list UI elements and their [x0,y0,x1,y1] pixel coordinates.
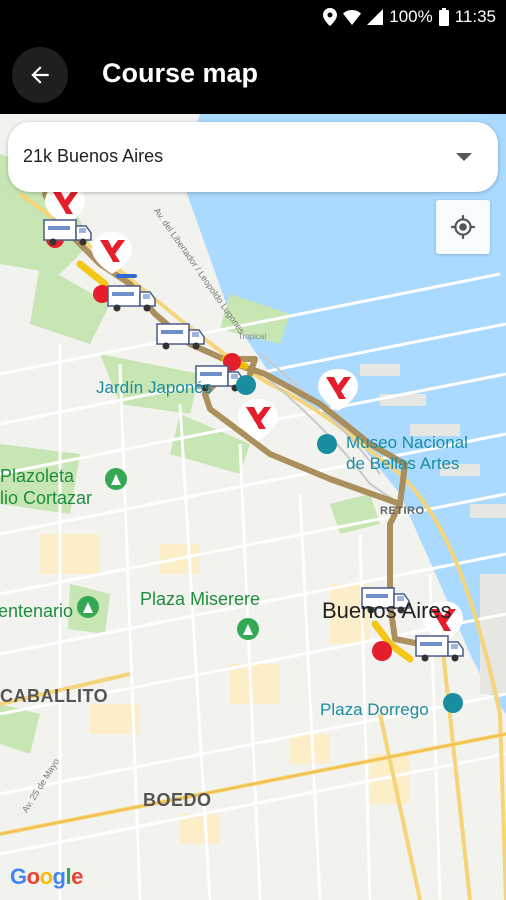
status-bar: 100% 11:35 [0,0,506,34]
back-button[interactable] [12,47,68,103]
place-buenos-aires: Buenos Aires [322,598,452,623]
place-tropical: Tropical [238,332,267,341]
place-plaza-dorrego[interactable]: Plaza Dorrego [320,699,429,720]
arrow-left-icon [31,66,49,84]
battery-icon [438,8,449,26]
place-boedo: BOEDO [143,790,212,810]
location-icon [323,8,338,26]
place-caballito: CABALLITO [0,686,109,706]
wifi-icon [343,10,362,25]
place-museo-bellas-artes[interactable]: Museo Nacional de Bellas Artes [346,432,468,474]
place-plaza-miserere[interactable]: Plaza Miserere [140,589,260,610]
place-retiro: RETIRO [380,505,425,517]
signal-icon [367,9,384,25]
google-logo: Google [10,864,83,889]
app-bar: Course map [0,34,506,114]
page-title: Course map [102,58,259,88]
status-icons: 100% 11:35 [323,7,496,27]
course-select[interactable]: 21k Buenos Aires [8,122,498,192]
place-plazoleta[interactable]: Plazoleta lio Cortazar [0,465,92,509]
place-jardin-japones[interactable]: Jardín Japonés [96,377,212,398]
chevron-down-icon [456,153,472,161]
course-map[interactable]: Jardín Japonés Museo Nacional de Bellas … [0,114,506,900]
my-location-button[interactable] [436,200,490,254]
place-centenario[interactable]: entenario [0,601,73,622]
course-select-value: 21k Buenos Aires [23,146,164,166]
battery-percent: 100% [389,7,433,26]
my-location-icon [451,215,475,239]
clock: 11:35 [454,7,496,26]
